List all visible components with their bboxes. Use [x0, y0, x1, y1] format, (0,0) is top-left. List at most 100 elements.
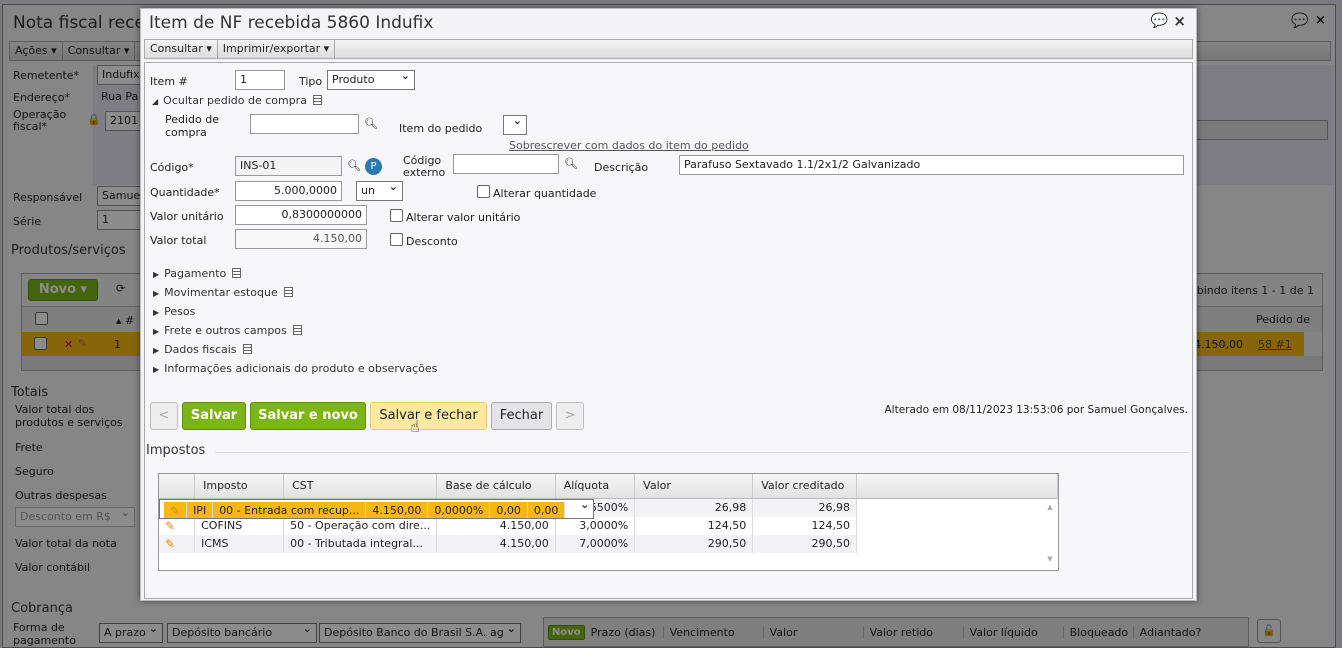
sort-column[interactable]: ▴ #	[116, 314, 134, 327]
imposto-cell: 26,98	[634, 498, 754, 517]
select-all-checkbox[interactable]	[35, 312, 48, 325]
col-cst[interactable]: CST	[283, 474, 438, 499]
previous-button[interactable]: <	[150, 402, 178, 430]
modal-toolbar: Consultar ▾ Imprimir/exportar ▾	[144, 39, 1193, 59]
alterar-valor-checkbox[interactable]	[390, 209, 403, 222]
col-base-calculo[interactable]: Base de cálculo	[436, 474, 556, 499]
section-movimentar-estoque[interactable]: ▶ Movimentar estoque	[153, 286, 293, 299]
close-icon[interactable]: ×	[1173, 12, 1186, 30]
product-lookup-icon[interactable]: P	[365, 158, 382, 175]
next-button[interactable]: >	[556, 402, 584, 430]
totais-section: Totais	[11, 385, 49, 400]
remetente-field[interactable]: Indufix	[97, 65, 141, 85]
salvar-e-fechar-button[interactable]: Salvar e fechar	[370, 402, 487, 430]
fechar-button[interactable]: Fechar	[491, 402, 552, 430]
valor-contabil-label: Valor contábil	[15, 561, 91, 574]
serie-field[interactable]: 1	[97, 210, 141, 230]
ocultar-pedido-toggle[interactable]: ◢ Ocultar pedido de compra	[152, 94, 322, 107]
novo-parcela-button[interactable]: Novo	[548, 624, 585, 640]
prazo-select[interactable]: A prazo	[99, 623, 163, 643]
edit-icon[interactable]: ✎	[159, 516, 196, 535]
note-icon	[292, 325, 302, 335]
col-bloqueado: Bloqueado	[1062, 625, 1133, 639]
search-icon[interactable]: 🔍︎	[564, 157, 578, 170]
alterar-quantidade-label: Alterar quantidade	[493, 187, 597, 200]
col-valor-creditado[interactable]: Valor creditado	[752, 474, 858, 499]
imposto-row[interactable]: ✎ ICMS 00 - Tributada integral... 4.150,00 7…	[159, 534, 1058, 553]
bg-comment-icon[interactable]: 💬	[1291, 13, 1308, 29]
pedido-link[interactable]: 58 #1	[1258, 338, 1292, 351]
section-dados-fiscais[interactable]: ▶ Dados fiscais	[153, 343, 252, 356]
col-valor-retido: Valor retido	[862, 625, 963, 639]
remetente-label: Remetente*	[13, 69, 80, 82]
imposto-cell: IPI	[186, 501, 214, 518]
responsavel-field[interactable]: Samuel	[97, 186, 141, 206]
section-informacoes-adicionais[interactable]: ▶ Informações adicionais do produto e obs…	[153, 362, 437, 375]
edit-icon[interactable]: ✎	[78, 337, 87, 350]
item-pedido-select[interactable]	[503, 115, 527, 135]
pedido-compra-field[interactable]	[250, 114, 359, 134]
serie-label: Série	[13, 215, 42, 228]
row-checkbox[interactable]	[34, 337, 47, 350]
imposto-cell: 3,0000%	[555, 516, 636, 535]
imposto-cell: 0,00	[489, 501, 528, 518]
imprimir-exportar-menu[interactable]: Imprimir/exportar ▾	[218, 40, 336, 58]
search-icon[interactable]: 🔍︎	[364, 117, 378, 130]
search-icon[interactable]: 🔍︎	[347, 159, 361, 172]
alterar-quantidade-checkbox[interactable]	[477, 185, 490, 198]
pedido-column: Pedido de	[1256, 313, 1311, 326]
col-valor[interactable]: Valor	[634, 474, 754, 499]
section-pesos[interactable]: ▶ Pesos	[153, 305, 195, 318]
desconto-checkbox[interactable]	[390, 233, 403, 246]
vertical-scrollbar[interactable]: ▲ ▼	[1042, 499, 1058, 570]
edit-icon[interactable]: ✎	[164, 501, 188, 518]
col-imposto[interactable]: Imposto	[194, 474, 285, 499]
item-number-field[interactable]: 1	[235, 70, 285, 90]
bg-close-icon[interactable]: ×	[1315, 13, 1326, 28]
unidade-select[interactable]: un	[356, 181, 403, 201]
imposto-cell: COFINS	[194, 516, 285, 535]
edit-icon[interactable]: ✎	[159, 534, 196, 553]
tipo-select[interactable]: Produto	[327, 70, 415, 90]
salvar-e-novo-button[interactable]: Salvar e novo	[250, 402, 366, 430]
acoes-menu[interactable]: Ações ▾	[10, 42, 63, 60]
total-nota-label: Valor total da nota	[15, 537, 117, 550]
note-icon	[232, 268, 242, 278]
item-pedido-label: Item do pedido	[399, 122, 483, 135]
section-frete[interactable]: ▶ Frete e outros campos	[153, 324, 302, 337]
conta-select[interactable]: Depósito Banco do Brasil S.A. ag	[319, 623, 521, 643]
desconto-select[interactable]: Desconto em R$	[15, 507, 135, 527]
responsavel-label: Responsável	[13, 191, 83, 204]
codigo-field[interactable]: INS-01	[235, 156, 342, 176]
codigo-externo-field[interactable]	[453, 154, 559, 174]
quantidade-field[interactable]: 5.000,0000	[235, 181, 342, 201]
refresh-icon[interactable]: ⟳	[116, 282, 125, 295]
outras-despesas-label: Outras despesas	[15, 489, 107, 502]
imposto-cell: 50 - Operação com dire...	[283, 516, 438, 535]
endereco-label: Endereço*	[13, 91, 70, 104]
imposto-row[interactable]: ✎ IPI 00 - Entrada com recup... 4.150,00 0,0…	[159, 498, 595, 519]
item-form: Item # 1 Tipo Produto ◢Ocultar pedido de…	[144, 62, 1193, 599]
section-pagamento[interactable]: ▶ Pagamento	[153, 267, 242, 280]
comment-icon[interactable]: 💬	[1151, 13, 1168, 29]
unlock-icon[interactable]: 🔓	[1257, 619, 1281, 643]
col-aliquota[interactable]: Alíquota	[555, 474, 636, 499]
operacao-field[interactable]: 2101	[105, 111, 141, 131]
meio-select[interactable]: Depósito bancário	[167, 623, 317, 643]
valor-unitario-field[interactable]: 0,8300000000	[235, 205, 367, 225]
descricao-label: Descrição	[594, 161, 649, 174]
novo-produto-button[interactable]: Novo ▾	[28, 279, 98, 301]
sobrescrever-link[interactable]: Sobrescrever com dados do item do pedido	[509, 139, 749, 152]
consultar-menu[interactable]: Consultar ▾	[63, 42, 136, 60]
descricao-field[interactable]: Parafuso Sextavado 1.1/2x1/2 Galvanizado	[679, 155, 1184, 175]
note-icon	[242, 344, 252, 354]
salvar-button[interactable]: Salvar	[182, 402, 246, 430]
modal-title: Item de NF recebida 5860 Indufix	[149, 13, 434, 33]
delete-icon[interactable]: ✕	[64, 338, 73, 351]
col-prazo: Prazo (dias)	[590, 625, 656, 639]
valor-total-label: Valor total	[150, 234, 207, 247]
imposto-cell: 290,50	[752, 534, 858, 553]
consultar-menu[interactable]: Consultar ▾	[145, 40, 218, 58]
imposto-row[interactable]: ✎ COFINS 50 - Operação com dire... 4.150,00…	[159, 516, 1058, 535]
row-total: 4.150,00	[1194, 338, 1243, 351]
